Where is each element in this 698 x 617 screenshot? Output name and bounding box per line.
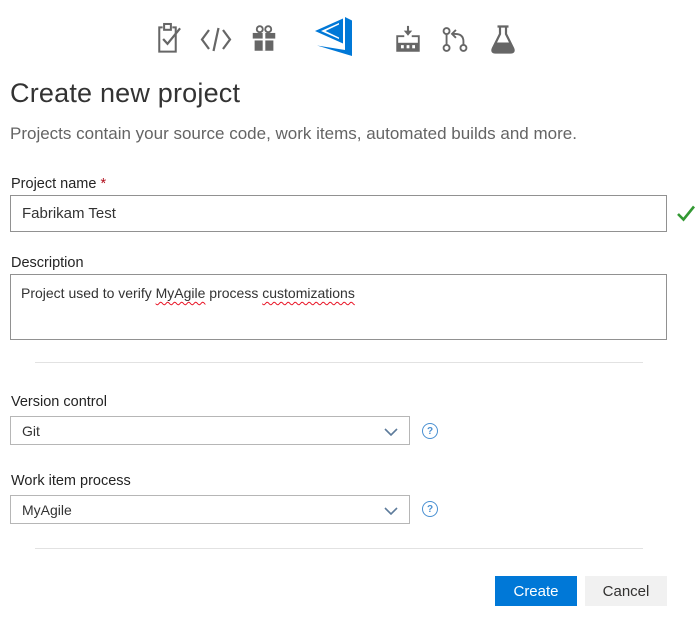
- build-icon: [393, 24, 423, 55]
- required-asterisk: *: [100, 176, 107, 192]
- divider: [35, 362, 643, 363]
- vsts-logo-icon: [312, 15, 360, 63]
- work-item-process-label: Work item process: [11, 473, 131, 489]
- description-input[interactable]: Project used to verify MyAgile process c…: [10, 274, 667, 340]
- checklist-icon: [152, 21, 183, 57]
- code-icon: [200, 26, 232, 53]
- divider: [35, 548, 643, 549]
- toolbar-icon-row: [0, 13, 684, 65]
- version-control-label: Version control: [11, 394, 107, 410]
- version-control-help-icon[interactable]: ?: [422, 423, 438, 439]
- cancel-button[interactable]: Cancel: [585, 576, 667, 606]
- branch-icon: [440, 24, 470, 55]
- misspelled-word: MyAgile: [155, 285, 206, 301]
- project-name-input[interactable]: [10, 195, 667, 232]
- flask-icon: [487, 24, 519, 55]
- description-text: Project used to verify: [21, 285, 156, 301]
- create-button[interactable]: Create: [495, 576, 577, 606]
- project-name-label: Project name *: [11, 176, 107, 192]
- work-item-process-select[interactable]: MyAgile: [10, 495, 410, 524]
- misspelled-word: customizations: [262, 285, 355, 301]
- chevron-down-icon: [384, 423, 398, 439]
- description-label: Description: [11, 255, 84, 271]
- page-title: Create new project: [10, 78, 241, 108]
- gift-icon: [249, 24, 279, 55]
- version-control-select[interactable]: Git: [10, 416, 410, 445]
- work-item-process-help-icon[interactable]: ?: [422, 501, 438, 517]
- work-item-process-value: MyAgile: [22, 501, 72, 518]
- version-control-value: Git: [22, 422, 40, 439]
- valid-check-icon: [676, 204, 696, 227]
- chevron-down-icon: [384, 502, 398, 518]
- page-subtitle: Projects contain your source code, work …: [10, 124, 577, 143]
- create-project-dialog: Create new project Projects contain your…: [0, 0, 698, 617]
- description-text: process: [205, 285, 263, 301]
